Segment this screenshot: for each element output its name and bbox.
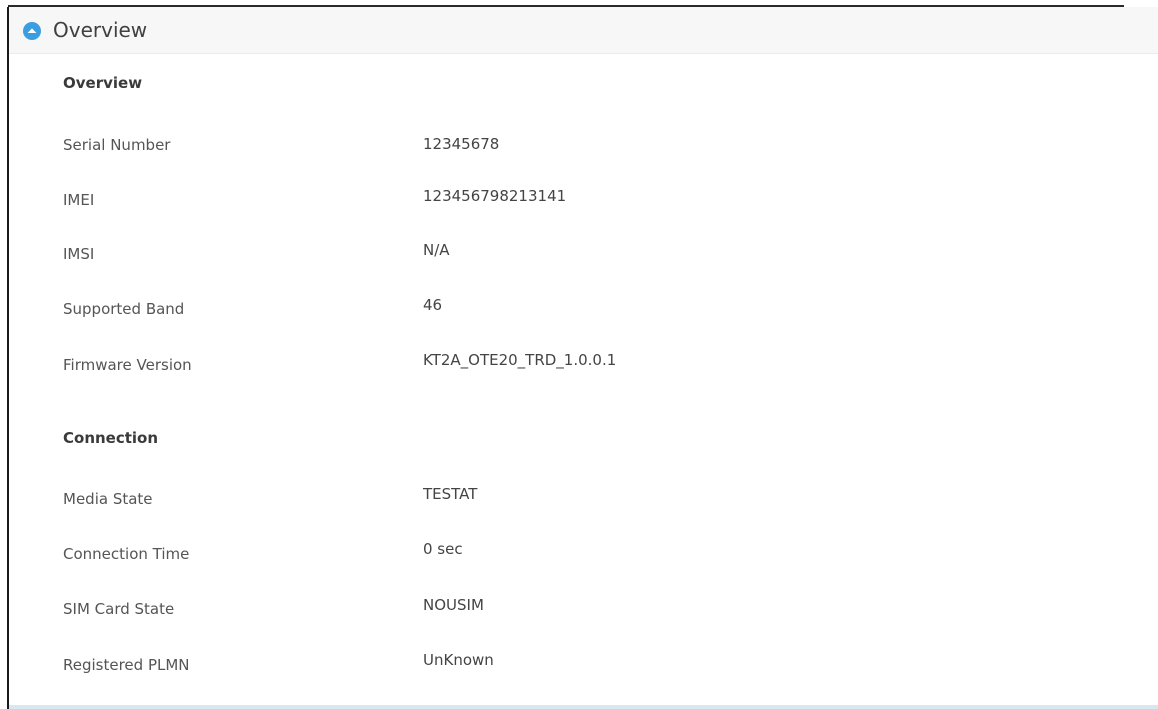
label-imsi: IMSI [63,245,95,263]
value-registered-plmn: UnKnown [423,651,494,669]
label-serial-number: Serial Number [63,136,171,154]
label-registered-plmn: Registered PLMN [63,656,190,674]
value-sim-card-state: NOUSIM [423,596,484,614]
value-media-state: TESTAT [423,485,478,503]
value-imsi: N/A [423,241,450,259]
section-title-connection: Connection [63,429,159,447]
overview-panel: Overview Overview Serial Number 12345678… [9,7,1158,709]
next-panel-edge [9,705,1158,709]
value-supported-band: 46 [423,296,443,314]
label-imei: IMEI [63,191,95,209]
value-serial-number: 12345678 [423,135,500,153]
page-frame: Overview Overview Serial Number 12345678… [0,0,1158,709]
label-firmware-version: Firmware Version [63,356,192,374]
value-firmware-version: KT2A_OTE20_TRD_1.0.0.1 [423,351,617,369]
section-title-overview: Overview [63,74,143,92]
label-supported-band: Supported Band [63,300,185,318]
label-media-state: Media State [63,490,153,508]
label-sim-card-state: SIM Card State [63,600,175,618]
chevron-up-circle-icon[interactable] [23,22,41,40]
panel-header[interactable]: Overview [9,7,1158,54]
value-connection-time: 0 sec [423,540,463,558]
panel-title: Overview [53,18,148,42]
label-connection-time: Connection Time [63,545,190,563]
value-imei: 123456798213141 [423,187,567,205]
